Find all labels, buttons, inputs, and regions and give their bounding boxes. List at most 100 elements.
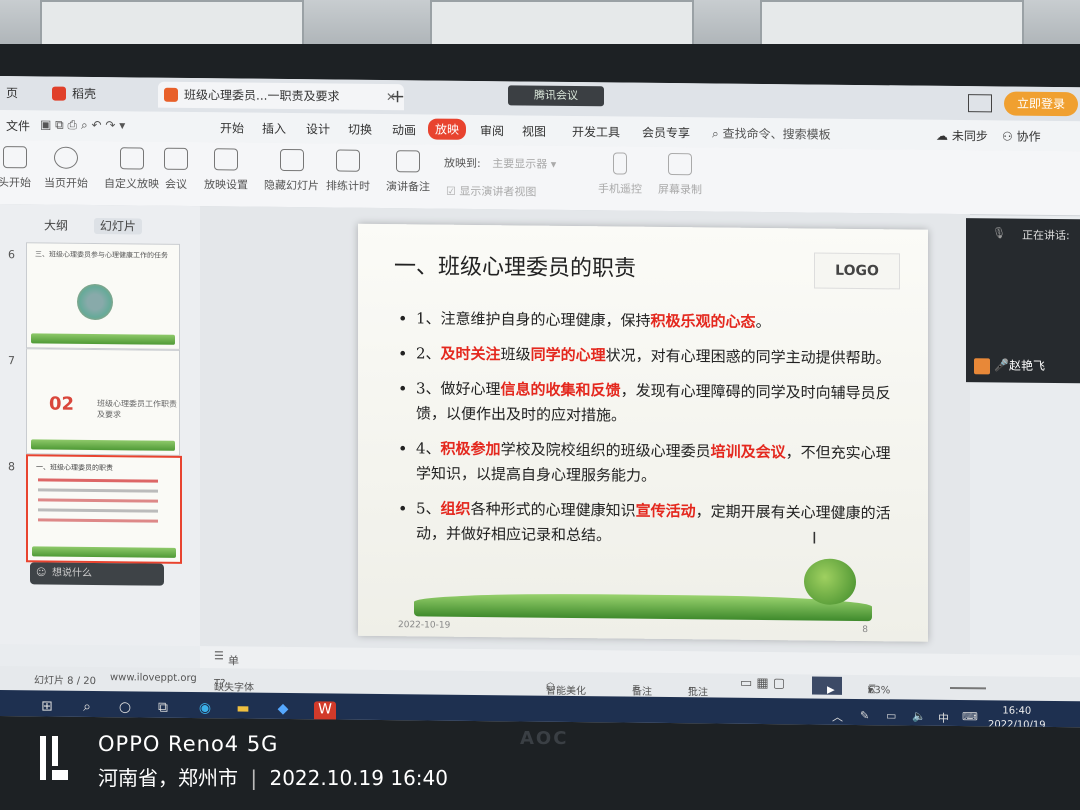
smiley-icon: ☺ — [36, 567, 47, 579]
notes-placeholder: ☰ 单击此处添加备注 — [214, 649, 239, 727]
slide-title: 一、班级心理委员的职责 — [394, 254, 637, 282]
thumb-text-line — [38, 508, 158, 513]
tray-pen-icon[interactable]: ✎ — [860, 709, 869, 722]
menu-member[interactable]: 会员专享 — [642, 124, 690, 142]
slide-bullet-item: 5、组织各种形式的心理健康知识宣传活动，定期开展有关心理健康的活动，并做好相应记… — [396, 496, 896, 551]
meeting-speaker-panel: 🎙 正在讲话: 🎤赵艳飞 — [966, 218, 1080, 384]
search-command[interactable]: ⌕ 查找命令、搜索模板 — [712, 124, 831, 142]
slide-thumbnail-6[interactable]: 三、班级心理委员参与心理健康工作的任务 — [26, 242, 180, 350]
presenter-view-checkbox[interactable]: ☑ 显示演讲者视图 — [446, 183, 536, 200]
clock-time: 16:40 — [1002, 705, 1032, 717]
tab-outline[interactable]: 大纲 — [44, 218, 68, 232]
custom-show-button[interactable]: 自定义放映 — [104, 147, 159, 192]
tool-label: 放映设置 — [204, 178, 248, 192]
network-icon[interactable]: ▭ — [886, 709, 896, 722]
ppt-icon — [164, 87, 178, 102]
slide-logo: LOGO — [814, 252, 900, 290]
menu-developer[interactable]: 开发工具 — [572, 123, 620, 141]
thumb-text-line — [38, 488, 158, 493]
play-icon: ▶ — [827, 684, 835, 696]
window-layout-icon[interactable] — [968, 94, 992, 113]
hide-slide-icon — [279, 148, 304, 172]
highlighted-text: 积极乐观的心态 — [650, 311, 756, 331]
menu-slideshow[interactable]: 放映 — [428, 118, 467, 140]
tray-chevron-icon[interactable]: ︿ — [832, 709, 843, 725]
presenter-view-label: 显示演讲者视图 — [459, 184, 537, 199]
current-slide[interactable]: 一、班级心理委员的职责 LOGO 1、注意维护自身的心理健康，保持积极乐观的心态… — [358, 223, 928, 642]
slide-thumbnail-7[interactable]: 02 班级心理委员工作职责及要求 — [26, 348, 180, 456]
ime-indicator[interactable]: 中 — [938, 710, 949, 726]
quick-access-icons[interactable]: ▣ ⧉ ⎙ ⌕ ↶ ↷ ▾ — [40, 117, 125, 133]
tool-label: 屏幕录制 — [658, 182, 702, 197]
watermark-location-time: 河南省，郑州市 | 2022.10.19 16:40 — [98, 762, 448, 791]
speaker-notes-button[interactable]: 演讲备注 — [386, 150, 430, 194]
phone-remote-button[interactable]: 手机遥控 — [598, 152, 642, 196]
menu-transition[interactable]: 切换 — [348, 121, 372, 138]
slide-thumbnail-8[interactable]: 一、班级心理委员的职责 — [26, 454, 182, 564]
checkbox-icon: ☑ — [446, 184, 456, 198]
record-icon — [668, 152, 692, 176]
menu-home[interactable]: 开始 — [220, 119, 244, 136]
thumb-text-line — [38, 498, 158, 503]
highlighted-text: 积极参加 — [440, 439, 501, 459]
text-cursor-icon: I — [812, 528, 817, 548]
wall-window — [760, 0, 1024, 48]
zoom-level[interactable]: ⛶ 63% ▾ − — [868, 680, 890, 696]
docer-icon — [52, 86, 66, 101]
play-icon — [2, 146, 27, 169]
highlighted-text: 信息的收集和反馈 — [500, 380, 621, 400]
avatar — [974, 357, 990, 374]
collab-label: 协作 — [1016, 129, 1041, 144]
collaborate-button[interactable]: ⚇ 协作 — [1002, 127, 1041, 144]
thumb-text-line — [38, 478, 158, 483]
login-button[interactable]: 立即登录 — [1004, 91, 1078, 117]
view-mode-icons[interactable]: ▭ ▦ ▢ — [740, 676, 785, 691]
volume-icon[interactable]: 🔈 — [912, 710, 926, 723]
rehearse-timing-button[interactable]: 排练计时 — [326, 149, 370, 193]
keyboard-icon[interactable]: ⌨ — [962, 710, 978, 723]
watermark-location: 河南省，郑州市 — [98, 766, 238, 790]
menu-view[interactable]: 视图 — [522, 122, 546, 139]
hide-slide-button[interactable]: 隐藏幻灯片 — [264, 148, 319, 194]
search-icon: ⌕ — [712, 126, 719, 141]
bullet-text: 学校及院校组织的班级心理委员 — [500, 440, 711, 461]
bullet-text: 。 — [755, 312, 771, 332]
highlighted-text: 同学的心理 — [530, 345, 606, 365]
slide-count: 幻灯片 8 / 20 — [34, 675, 96, 688]
screen-record-button[interactable]: 屏幕录制 — [658, 152, 702, 197]
slide-bullet-item: 3、做好心理信息的收集和反馈，发现有心理障碍的同学及时向辅导员反馈，以便作出及时… — [396, 376, 896, 431]
meeting-indicator[interactable]: 腾讯会议 — [508, 85, 604, 107]
thumb-grass — [31, 333, 175, 345]
play-from-start-button[interactable]: 头开始 — [0, 146, 31, 190]
comment-label: 批注 — [688, 687, 708, 699]
tool-label: 排练计时 — [326, 179, 370, 193]
zoom-slider[interactable] — [950, 686, 986, 690]
slideshow-play-button[interactable]: ▶ — [812, 676, 842, 696]
tab-slides[interactable]: 幻灯片 — [93, 217, 142, 235]
cloud-icon: ☁ — [936, 128, 948, 143]
play-to-selector[interactable]: 放映到: 主要显示器 ▾ — [444, 155, 556, 172]
menu-review[interactable]: 审阅 — [480, 122, 504, 139]
tab-presentation[interactable]: 班级心理委员...一职责及要求 ✕ — [158, 81, 404, 111]
slide-footer-date: 2022-10-19 — [398, 620, 451, 631]
menu-insert[interactable]: 插入 — [262, 120, 286, 137]
menu-animation[interactable]: 动画 — [392, 121, 416, 138]
mic-icon: 🎤 — [994, 358, 1009, 373]
tab-docer[interactable]: 稻壳 — [46, 80, 172, 107]
mic-icon: 🎙 — [992, 226, 1006, 240]
sync-status[interactable]: ☁ 未同步 — [936, 127, 988, 145]
speaker-name-tag: 🎤赵艳飞 — [974, 356, 1045, 374]
clock-date: 2022/10/19 — [988, 719, 1046, 728]
meeting-button[interactable]: 会议 — [164, 147, 188, 192]
thumb-number: 8 — [8, 460, 15, 474]
menu-file[interactable]: 文件 — [6, 117, 30, 134]
system-clock[interactable]: 16:40 2022/10/19 — [988, 704, 1046, 727]
show-settings-button[interactable]: 放映设置 — [204, 148, 248, 192]
new-tab-plus-icon[interactable]: + — [390, 86, 405, 107]
slide-bullet-list: 1、注意维护自身的心理健康，保持积极乐观的心态。 2、及时关注班级同学的心理状况，… — [396, 306, 896, 561]
popup-text: 想说什么 — [52, 567, 92, 579]
menu-design[interactable]: 设计 — [306, 120, 330, 137]
slide-page-number: 8 — [862, 625, 868, 636]
play-current-button[interactable]: 当页开始 — [44, 146, 88, 190]
chat-popup[interactable]: ☺ 想说什么 — [30, 562, 164, 586]
